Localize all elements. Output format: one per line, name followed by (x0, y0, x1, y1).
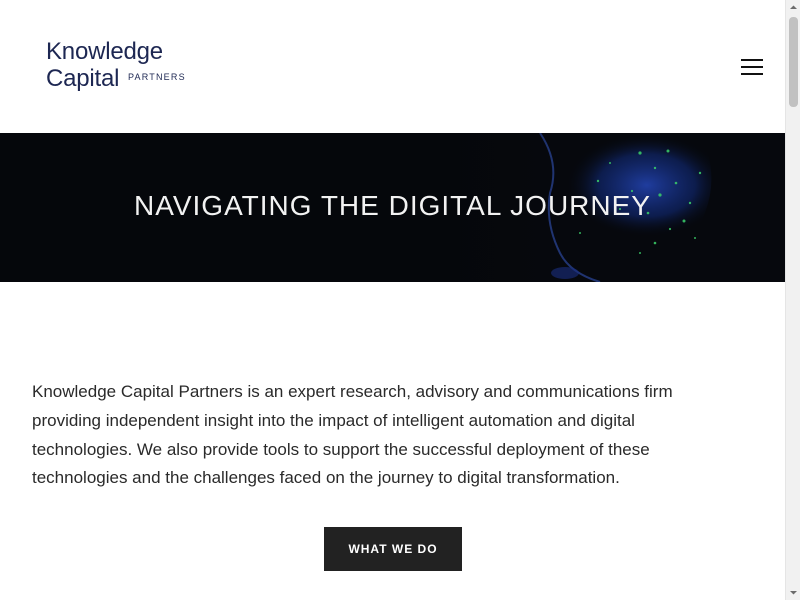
logo-line-knowledge: Knowledge (46, 38, 163, 65)
page: Knowledge Capital PARTNERS NAVIGATING TH… (0, 0, 785, 600)
scrollbar-thumb[interactable] (789, 17, 798, 107)
what-we-do-button[interactable]: WHAT WE DO (324, 527, 462, 571)
hero-title: NAVIGATING THE DIGITAL JOURNEY (134, 190, 651, 221)
logo-line-partners: PARTNERS (128, 72, 186, 82)
hamburger-menu-icon[interactable] (741, 57, 767, 77)
intro-paragraph: Knowledge Capital Partners is an expert … (32, 382, 673, 488)
menu-bar-middle (741, 66, 763, 68)
menu-bar-top (741, 59, 763, 61)
page-scrollbar[interactable] (785, 0, 800, 600)
hero-banner: NAVIGATING THE DIGITAL JOURNEY (0, 133, 785, 282)
site-logo[interactable]: Knowledge Capital PARTNERS (46, 38, 186, 94)
logo-line-capital: Capital (46, 65, 120, 92)
menu-bar-bottom (741, 73, 763, 75)
site-header: Knowledge Capital PARTNERS (0, 0, 785, 133)
scroll-up-arrow-icon[interactable] (786, 0, 800, 15)
scroll-down-arrow-icon[interactable] (786, 585, 800, 600)
